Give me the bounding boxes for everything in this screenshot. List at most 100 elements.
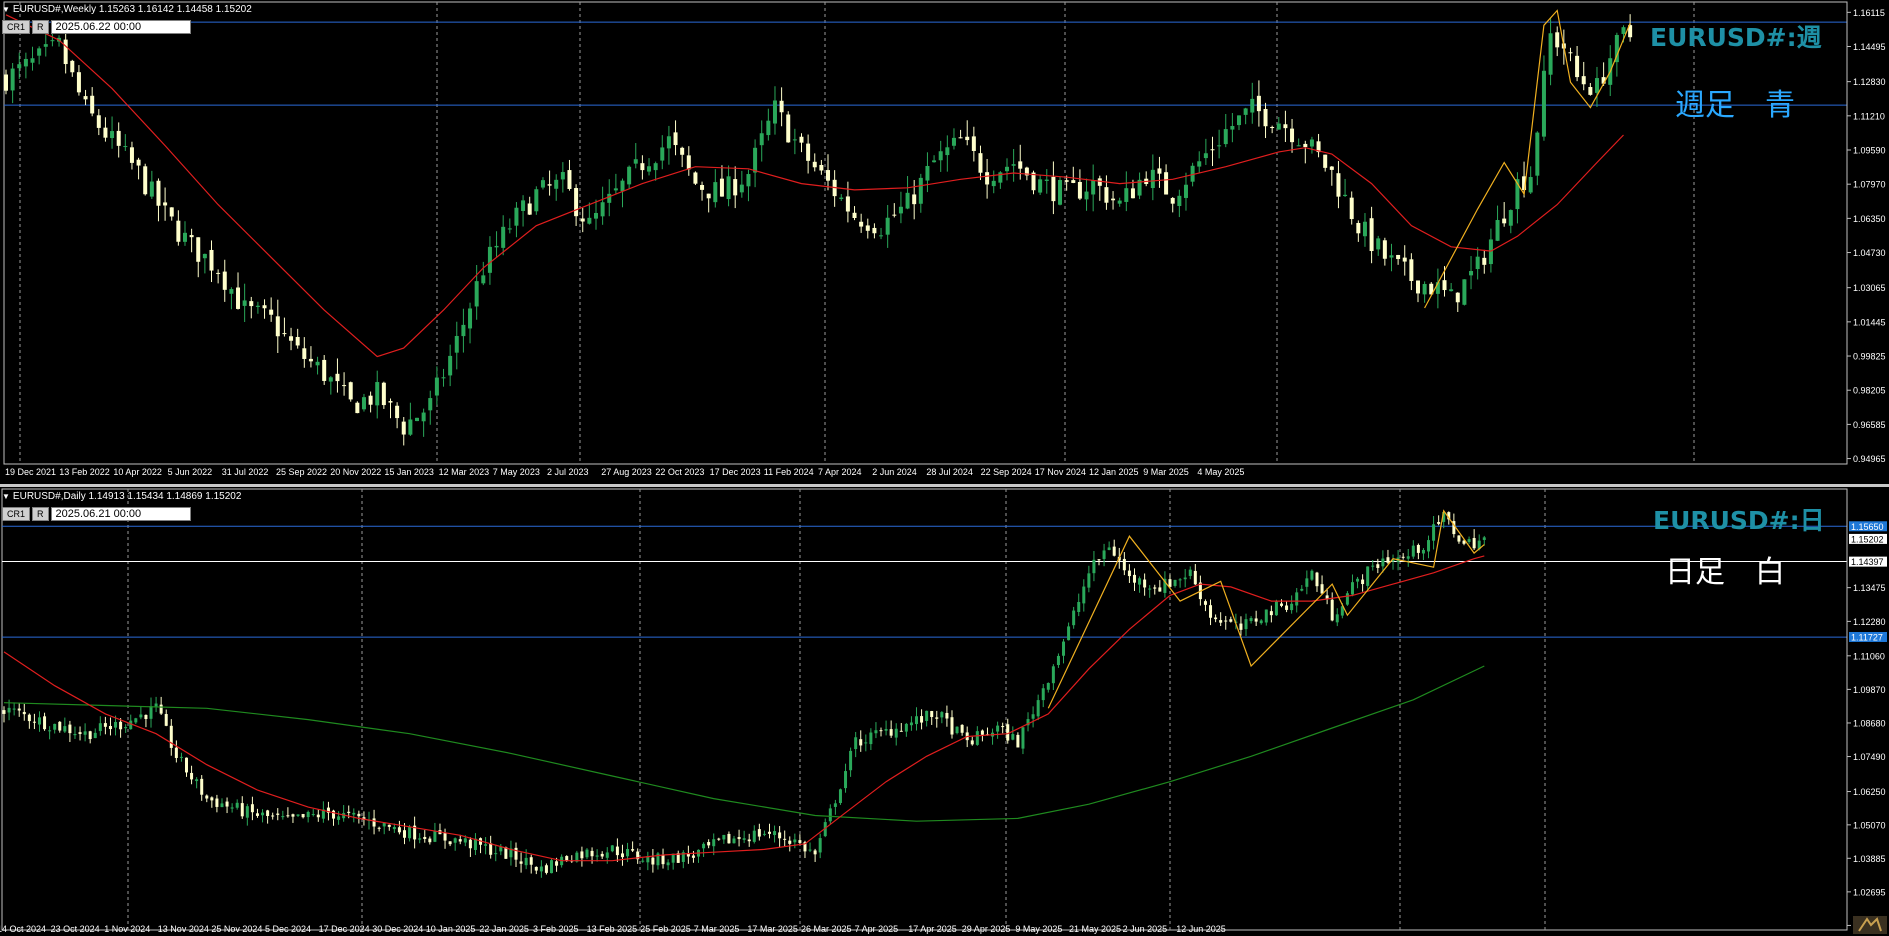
candle-body	[156, 180, 161, 206]
ma-fast-line[interactable]	[5, 14, 1624, 358]
daily-chart-panel[interactable]: 1.15650 1.15202 1.14397 1.13475 1.12280 1.117…	[0, 487, 1889, 936]
candle-body	[975, 731, 979, 745]
candle-body	[1244, 619, 1248, 630]
candle-body	[30, 58, 35, 63]
candle-body	[1077, 181, 1082, 199]
candle-body	[1150, 169, 1155, 189]
time-tick-label: 31 Jul 2022	[222, 467, 269, 477]
collapse-triangle-icon[interactable]: ▼	[2, 492, 10, 501]
candle-body	[348, 382, 353, 400]
candle-body	[1276, 123, 1281, 130]
candle-body	[507, 228, 512, 230]
price-tick-label: 1.07970	[1853, 180, 1886, 190]
candle-body	[980, 730, 984, 735]
candle-body	[1153, 587, 1157, 589]
candle-body	[1469, 271, 1474, 276]
candle-body	[200, 778, 204, 795]
candle-body	[587, 217, 592, 224]
price-tick-label: 1.07490	[1853, 752, 1886, 762]
daily-chart-svg[interactable]: 1.15650 1.15202 1.14397 1.13475 1.12280 1.117…	[0, 487, 1889, 936]
candle-body	[1203, 153, 1208, 159]
candle-body	[43, 44, 48, 47]
candle-body	[48, 730, 52, 732]
candle-body	[727, 833, 731, 844]
candle-body	[281, 816, 285, 818]
candle-body	[1021, 727, 1025, 749]
candle-body	[1283, 124, 1288, 129]
time-tick-label: 9 May 2025	[1015, 924, 1062, 934]
time-tick-label: 13 Nov 2024	[158, 924, 209, 934]
candle-body	[713, 182, 718, 203]
candle-body	[1376, 564, 1380, 568]
candle-body	[1237, 115, 1242, 126]
candle-body	[1575, 55, 1580, 78]
candle-body	[539, 866, 543, 872]
candle-body	[262, 305, 267, 309]
time-tick-label: 22 Sep 2024	[981, 467, 1032, 477]
daily-controls: CR1 R 2025.06.21 00:00	[2, 507, 191, 521]
candle-body	[1197, 161, 1202, 167]
candle-body	[1193, 570, 1197, 585]
candle-body	[712, 839, 716, 847]
candle-body	[468, 308, 473, 329]
weekly-cr-button[interactable]: CR1	[2, 20, 31, 34]
candle-body	[144, 714, 148, 720]
daily-r-button[interactable]: R	[32, 507, 49, 521]
candle-body	[1219, 620, 1223, 623]
weekly-note: 週足 青	[1675, 88, 1795, 123]
candle-body	[176, 220, 181, 242]
time-tick-label: 12 Mar 2023	[439, 467, 490, 477]
candle-body	[885, 217, 890, 235]
daily-cr-button[interactable]: CR1	[2, 507, 31, 521]
candle-body	[302, 348, 307, 359]
weekly-date-field[interactable]: 2025.06.22 00:00	[50, 20, 191, 34]
candle-body	[798, 840, 802, 843]
candle-body	[129, 720, 133, 730]
candle-body	[732, 838, 736, 844]
candle-body	[1164, 172, 1169, 195]
weekly-header: ▼ EURUSD#,Weekly 1.15263 1.16142 1.14458 …	[2, 4, 252, 15]
candle-body	[773, 831, 777, 836]
candle-body	[717, 838, 721, 840]
daily-date-field[interactable]: 2025.06.21 00:00	[50, 507, 191, 521]
candle-body	[90, 95, 95, 114]
candle-body	[762, 833, 766, 835]
candle-body	[332, 810, 336, 819]
candle-body	[76, 72, 81, 93]
time-tick-label: 12 Jun 2025	[1176, 924, 1226, 934]
candle-body	[719, 178, 724, 197]
candle-body	[1541, 70, 1546, 137]
candle-body	[377, 827, 381, 829]
candle-body	[196, 237, 201, 262]
candle-body	[1386, 557, 1390, 563]
collapse-triangle-icon[interactable]: ▼	[2, 5, 10, 14]
candle-body	[1555, 32, 1560, 48]
candle-body	[185, 757, 188, 773]
candle-body	[149, 706, 153, 719]
price-tick-label: 1.05070	[1853, 820, 1886, 830]
candle-body	[1170, 197, 1175, 204]
candle-body	[580, 218, 585, 222]
ma-slow-line[interactable]	[3, 665, 1485, 822]
candle-body	[110, 131, 115, 139]
zigzag-line[interactable]	[1424, 9, 1631, 309]
candle-body	[828, 808, 832, 822]
candle-body	[1143, 579, 1147, 588]
weekly-r-button[interactable]: R	[32, 20, 49, 34]
time-tick-label: 20 Nov 2022	[330, 467, 381, 477]
candle-body	[53, 723, 57, 730]
time-tick-label: 17 Nov 2024	[1035, 467, 1086, 477]
candle-body	[308, 358, 313, 362]
candle-body	[98, 723, 102, 732]
ma-fast-line[interactable]	[3, 555, 1485, 862]
candle-body	[1421, 550, 1425, 554]
weekly-chart-panel[interactable]: 1.16115 1.14495 1.12830 1.11210 1.09590 1.079…	[0, 0, 1889, 484]
candle-body	[1382, 240, 1387, 259]
time-tick-label: 17 Dec 2024	[319, 924, 370, 934]
candle-body	[1082, 586, 1086, 604]
weekly-chart-svg[interactable]: 1.16115 1.14495 1.12830 1.11210 1.09590 1.079…	[0, 0, 1889, 484]
candle-body	[357, 813, 361, 817]
candle-body	[1041, 688, 1045, 701]
candle-body	[686, 155, 691, 170]
candle-body	[786, 114, 791, 143]
